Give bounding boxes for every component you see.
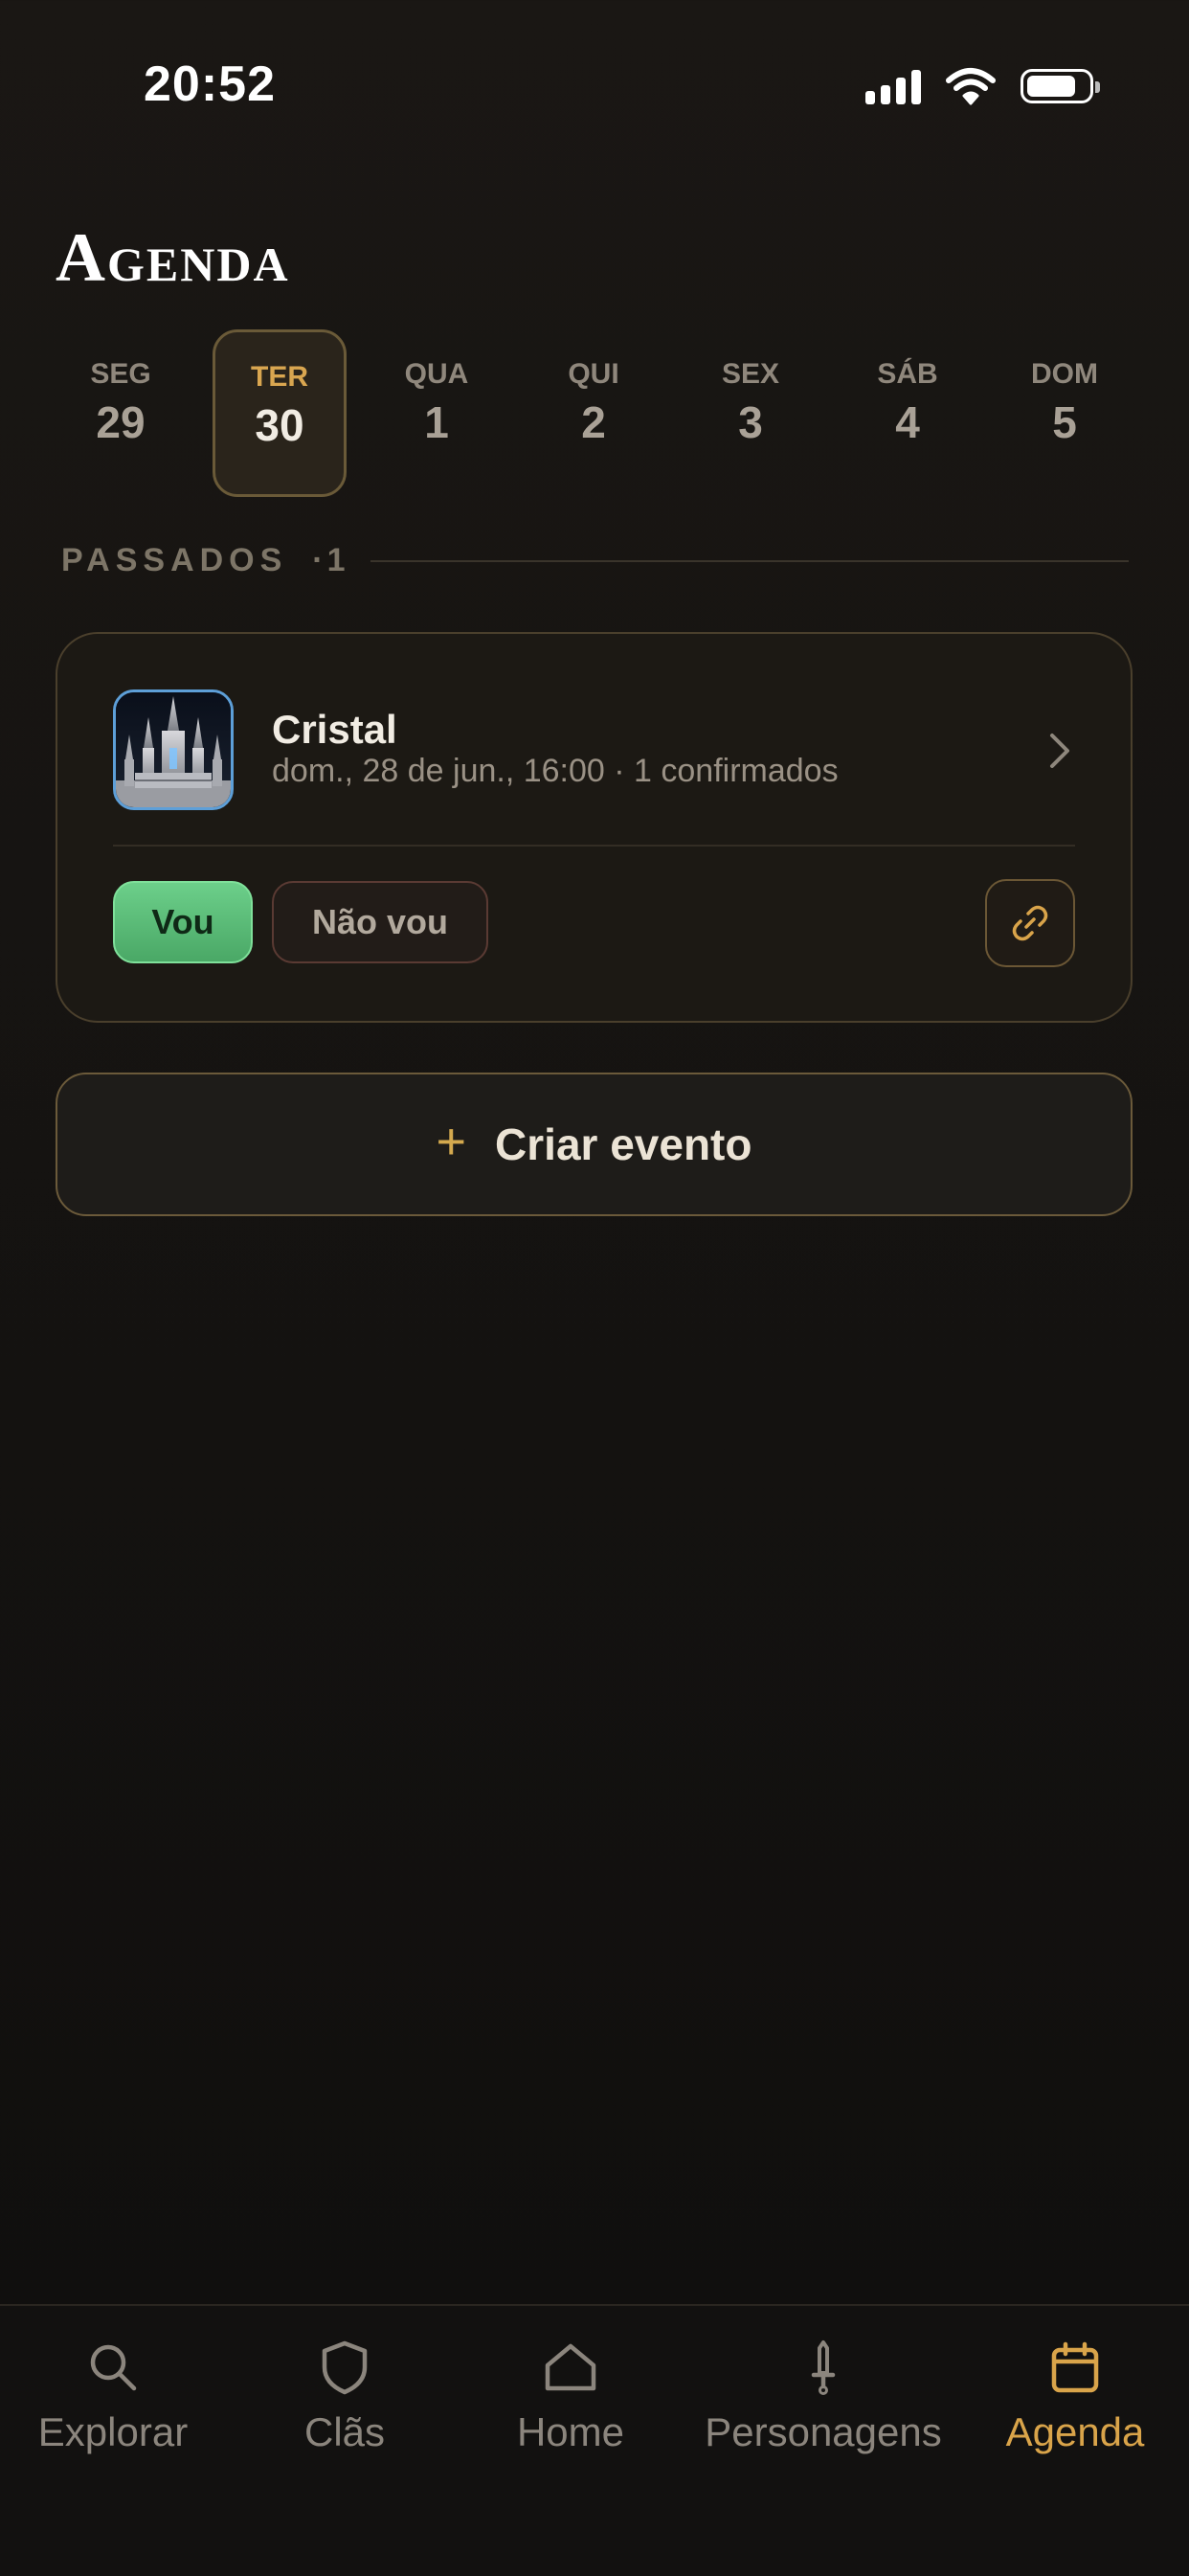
- day-name: SÁB: [877, 358, 938, 390]
- tab-label: Personagens: [705, 2409, 942, 2454]
- going-button[interactable]: Vou: [113, 881, 253, 963]
- section-label: PASSADOS: [61, 542, 288, 578]
- create-event-label: Criar evento: [495, 1119, 752, 1169]
- tab-home[interactable]: Home: [504, 2339, 638, 2455]
- tab-label: Home: [516, 2409, 625, 2454]
- day-sex[interactable]: SEX 3: [684, 329, 818, 497]
- sword-icon: [811, 2340, 836, 2395]
- day-dom[interactable]: DOM 5: [998, 329, 1132, 497]
- tab-agenda[interactable]: Agenda: [996, 2339, 1155, 2455]
- plus-icon: +: [436, 1113, 467, 1170]
- day-ter[interactable]: TER 30: [213, 329, 347, 497]
- day-qui[interactable]: QUI 2: [527, 329, 661, 497]
- day-number: 2: [581, 397, 606, 447]
- day-seg[interactable]: SEG 29: [54, 329, 188, 497]
- day-sab[interactable]: SÁB 4: [841, 329, 975, 497]
- search-icon: [90, 2344, 137, 2391]
- event-card[interactable]: Cristal dom., 28 de jun., 16:00 · 1 conf…: [56, 632, 1133, 1023]
- tab-bar: Explorar Clãs Home Personagens Agenda: [0, 2304, 1189, 2576]
- link-icon: [1012, 905, 1048, 941]
- status-time: 20:52: [144, 56, 276, 112]
- day-number: 3: [738, 397, 763, 447]
- day-name: TER: [251, 361, 308, 393]
- event-meta: dom., 28 de jun., 16:00 · 1 confirmados: [272, 753, 839, 789]
- tab-label: Clãs: [303, 2409, 386, 2454]
- day-name: QUA: [404, 358, 469, 390]
- not-going-button[interactable]: Não vou: [272, 881, 488, 963]
- day-number: 30: [255, 400, 304, 450]
- day-number: 5: [1052, 397, 1077, 447]
- day-qua[interactable]: QUA 1: [370, 329, 504, 497]
- day-number: 4: [895, 397, 920, 447]
- day-number: 1: [424, 397, 449, 447]
- page-title: Agenda: [56, 219, 290, 296]
- tab-explorar[interactable]: Explorar: [29, 2339, 197, 2455]
- chevron-right-icon[interactable]: [1046, 732, 1073, 770]
- day-name: DOM: [1031, 358, 1098, 390]
- tab-personagens[interactable]: Personagens: [691, 2339, 955, 2455]
- battery-icon: [1021, 69, 1100, 103]
- tab-label: Explorar: [37, 2409, 189, 2454]
- day-name: SEX: [721, 358, 780, 390]
- status-icons: [865, 67, 1100, 105]
- section-divider: [370, 559, 1129, 562]
- castle-thumbnail-icon: [113, 689, 234, 810]
- day-name: QUI: [568, 358, 619, 390]
- card-divider: [113, 845, 1075, 847]
- event-title: Cristal: [272, 707, 397, 752]
- tab-clas[interactable]: Clãs: [278, 2339, 412, 2455]
- share-link-button[interactable]: [985, 879, 1075, 967]
- past-section-header: PASSADOS ·1: [61, 542, 1129, 579]
- day-name: SEG: [90, 358, 151, 390]
- create-event-button[interactable]: + Criar evento: [56, 1073, 1133, 1216]
- week-strip: SEG 29 TER 30 QUA 1 QUI 2 SEX 3 SÁB 4 DO…: [54, 329, 1135, 497]
- calendar-icon: [1051, 2341, 1099, 2393]
- tab-label: Agenda: [1005, 2409, 1145, 2454]
- section-count: ·1: [312, 542, 349, 578]
- cellular-signal-icon: [865, 68, 921, 104]
- shield-icon: [322, 2340, 368, 2395]
- home-icon: [545, 2343, 596, 2391]
- status-bar: 20:52: [0, 0, 1189, 172]
- day-number: 29: [96, 397, 146, 447]
- wifi-icon: [946, 68, 996, 105]
